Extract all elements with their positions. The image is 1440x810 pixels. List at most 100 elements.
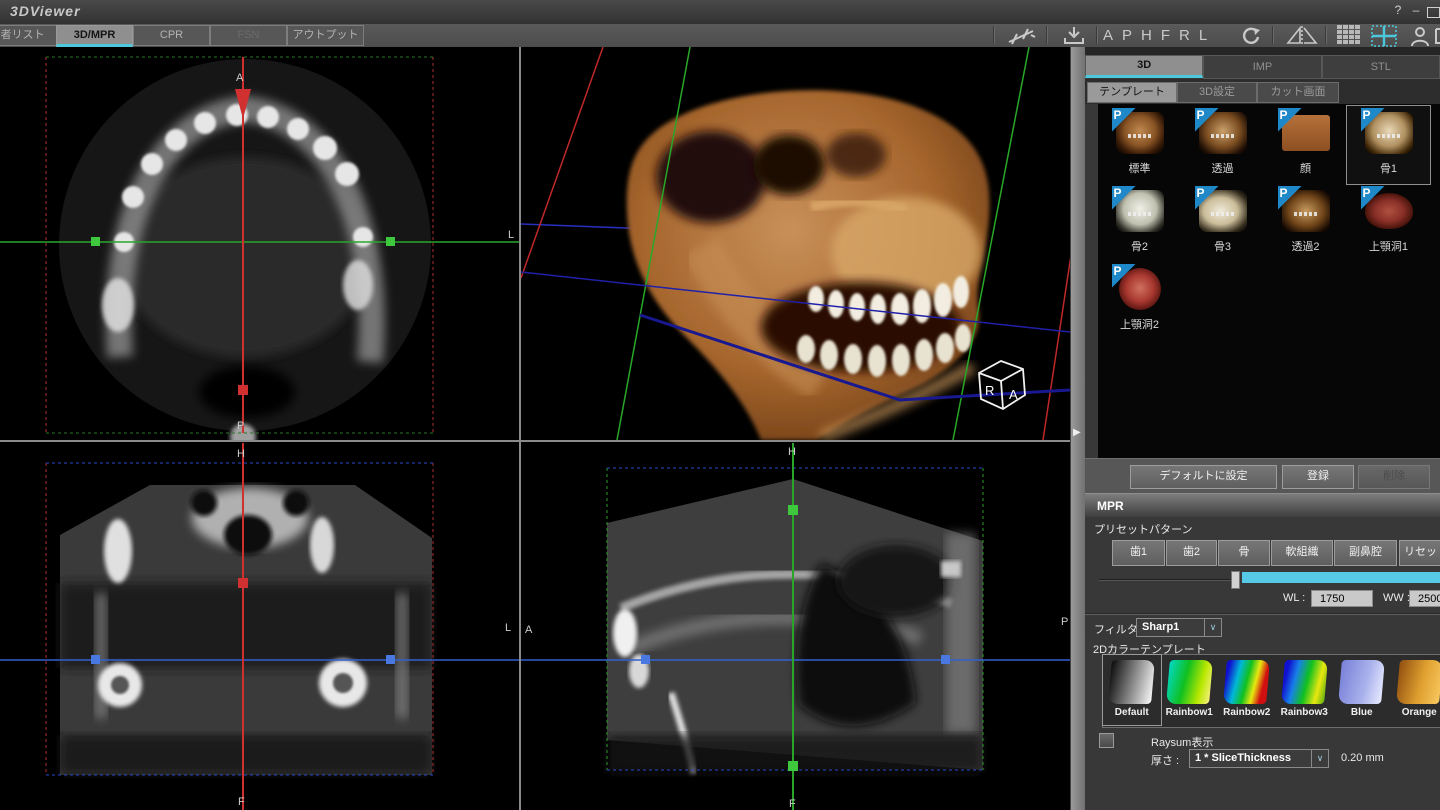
sagittal-label-right: P (1061, 616, 1068, 628)
axial-molar-section-left (102, 278, 134, 332)
template-item[interactable]: P 骨1 (1347, 106, 1430, 184)
layout-grid-icon[interactable] (1333, 25, 1365, 46)
sagittal-view[interactable]: A P H F (521, 443, 1070, 810)
import-icon[interactable] (1055, 25, 1093, 46)
thickness-dropdown-arrow-icon[interactable]: ∨ (1311, 749, 1329, 768)
cube-face-left: R (985, 383, 994, 398)
orientation-letter[interactable]: R (1179, 27, 1190, 44)
template-item[interactable]: P 骨2 (1098, 184, 1181, 262)
orientation-letter[interactable]: F (1161, 27, 1170, 44)
orientation-letter[interactable]: H (1141, 27, 1152, 44)
preset-button[interactable]: 軟組織 (1271, 540, 1333, 566)
panel-collapse-icon[interactable]: ▶ (1073, 427, 1081, 438)
preset-button[interactable]: 歯2 (1166, 540, 1217, 566)
coronal-shadow-band (60, 583, 432, 668)
template-item[interactable]: P 上顎洞2 (1098, 262, 1181, 340)
color-template-item[interactable]: Rainbow1 (1161, 655, 1219, 725)
help-button[interactable]: ? (1390, 3, 1406, 17)
color-swatch-label: Blue (1333, 707, 1391, 718)
sagittal-line-handle[interactable] (238, 578, 248, 588)
template-item[interactable]: P 透過2 (1264, 184, 1347, 262)
toolbar: APHFRL (985, 24, 1440, 47)
panel-subtab[interactable]: カット画面 (1257, 82, 1339, 103)
main-tab[interactable]: 患者リスト (0, 25, 58, 46)
coronal-molar-right-core (333, 673, 353, 693)
delete-button: 削除 (1358, 465, 1430, 489)
axial-view[interactable]: A P L (0, 47, 519, 440)
section-divider (1085, 613, 1440, 615)
wl-slider-track[interactable] (1099, 579, 1233, 581)
template-label: 透過2 (1264, 238, 1347, 254)
sagittal-line-handle[interactable] (238, 385, 248, 395)
preset-button[interactable]: 骨 (1218, 540, 1270, 566)
preset-button[interactable]: 歯1 (1112, 540, 1165, 566)
coronal-line-handle[interactable] (788, 505, 798, 515)
clipped-toolbar-icon[interactable] (1434, 25, 1440, 46)
coronal-tooth-left (104, 519, 132, 583)
layout-mpr-cross-icon[interactable] (1368, 25, 1400, 46)
preset-button[interactable]: リセット (1399, 540, 1440, 566)
axial-line-handle[interactable] (641, 655, 650, 664)
main-tab[interactable]: CPR (133, 25, 210, 46)
template-item[interactable]: P 標準 (1098, 106, 1181, 184)
render-3d-view[interactable]: R A (521, 47, 1070, 440)
coronal-label-right: L (505, 622, 511, 634)
main-tab[interactable]: アウトプット (287, 25, 364, 46)
panel-tab[interactable]: 3D (1085, 55, 1203, 78)
minimize-button[interactable]: – (1408, 3, 1424, 17)
measure-caliper-icon[interactable] (1003, 25, 1041, 46)
preset-button[interactable]: 副鼻腔 (1334, 540, 1397, 566)
color-template-item[interactable]: Orange (1391, 655, 1440, 725)
wl-slider-fill[interactable] (1242, 572, 1440, 583)
main-tab[interactable]: 3D/MPR (56, 25, 133, 47)
toolbar-separator (1096, 26, 1098, 44)
sagittal-label-left: A (525, 624, 533, 636)
color-swatch (1281, 660, 1328, 704)
color-template-item[interactable]: Blue (1333, 655, 1391, 725)
thickness-dropdown[interactable]: 1 * SliceThickness (1189, 749, 1316, 768)
mirror-flip-icon[interactable] (1281, 25, 1323, 46)
coronal-line-handle[interactable] (91, 237, 100, 246)
filter-dropdown[interactable]: Sharp1 (1136, 618, 1209, 637)
template-item[interactable]: P 顔 (1264, 106, 1347, 184)
raysum-checkbox[interactable] (1099, 733, 1114, 748)
coronal-view[interactable]: H F L (0, 443, 519, 810)
orientation-letter[interactable]: A (1103, 27, 1113, 44)
color-template-item[interactable]: Rainbow2 (1218, 655, 1276, 725)
filter-dropdown-arrow-icon[interactable]: ∨ (1204, 618, 1222, 637)
panel-subtab[interactable]: テンプレート (1087, 82, 1177, 103)
template-item[interactable]: P 上顎洞1 (1347, 184, 1430, 262)
orientation-letter-buttons: APHFRL (1103, 24, 1207, 47)
panel-subtab[interactable]: 3D設定 (1177, 82, 1257, 103)
axial-line-handle[interactable] (941, 655, 950, 664)
register-button[interactable]: 登録 (1282, 465, 1354, 489)
main-tab[interactable]: FSN (210, 25, 287, 46)
axial-line-handle[interactable] (386, 655, 395, 664)
preset-badge-icon: P (1278, 186, 1302, 210)
orientation-letter[interactable]: L (1199, 27, 1207, 44)
axial-line-handle[interactable] (91, 655, 100, 664)
app-title: 3DViewer (10, 3, 81, 19)
set-default-button[interactable]: デフォルトに設定 (1130, 465, 1277, 489)
ww-input[interactable] (1409, 590, 1440, 607)
toolbar-separator (1325, 26, 1327, 44)
panel-tab[interactable]: IMP (1203, 55, 1321, 79)
wl-slider-handle[interactable] (1231, 571, 1240, 589)
coronal-line-handle[interactable] (386, 237, 395, 246)
template-item[interactable]: P 骨3 (1181, 184, 1264, 262)
maximize-button[interactable] (1427, 7, 1440, 18)
wl-input[interactable] (1311, 590, 1373, 607)
user-icon[interactable] (1408, 25, 1432, 46)
color-template-item[interactable]: Default (1103, 655, 1161, 725)
coronal-line-handle[interactable] (788, 761, 798, 771)
axial-label-bottom: P (237, 420, 244, 432)
skull-render (627, 90, 990, 440)
panel-splitter[interactable]: ▶ (1070, 47, 1086, 810)
color-swatch-label: Rainbow3 (1276, 707, 1334, 718)
reset-rotation-icon[interactable] (1238, 25, 1264, 46)
color-template-item[interactable]: Rainbow3 (1276, 655, 1334, 725)
orientation-cube[interactable]: R A (979, 361, 1025, 409)
template-item[interactable]: P 透過 (1181, 106, 1264, 184)
orientation-letter[interactable]: P (1122, 27, 1132, 44)
panel-tab[interactable]: STL (1322, 55, 1440, 79)
